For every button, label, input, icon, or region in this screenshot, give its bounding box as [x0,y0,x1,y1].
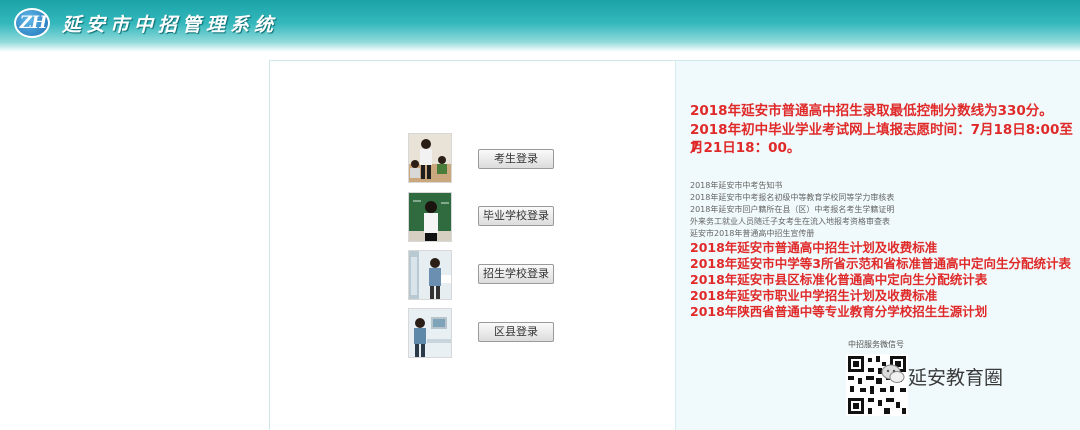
login-panel: 考生登录 毕业学校登录 招生学校登录 区县登录 [269,60,675,430]
wechat-brand-name: 延安教育圈 [908,367,1004,389]
login-row-district: 区县登录 [408,308,568,360]
student-photo [408,133,452,183]
graduation-school-login-button[interactable]: 毕业学校登录 [478,206,554,226]
login-row-graduation-school: 毕业学校登录 [408,192,568,244]
login-row-admission-school: 招生学校登录 [408,250,568,302]
district-login-button[interactable]: 区县登录 [478,322,554,342]
site-title: 延安市中招管理系统 [62,14,279,36]
office-staff-photo [408,250,452,300]
header-bar: ZH 延安市中招管理系统 [0,0,1080,52]
notice-link-list: 2018年延安市中考告知书 2018年延安市中考报名初级中等教育学校同等学力审核… [690,180,1071,320]
link-enrollment-brochure[interactable]: 延安市2018年普通高中招生宣传册 [690,228,1071,240]
notice-headline-application-time-cont: 月21日18：00。 [690,140,801,156]
notice-headline-score-line[interactable]: 2018年延安市普通高中招生录取最低控制分数线为330分。 [690,102,1053,120]
admission-school-login-button[interactable]: 招生学校登录 [478,264,554,284]
notice-panel: 2018年延安市普通高中招生录取最低控制分数线为330分。 2018年初中毕业学… [675,60,1080,430]
link-directed-student-allocation-table[interactable]: 2018年延安市中学等3所省示范和省标准普通高中定向生分配统计表 [690,256,1071,272]
link-county-directed-allocation[interactable]: 2018年延安市县区标准化普通高中定向生分配统计表 [690,272,1071,288]
wechat-caption: 中招服务微信号 [848,340,904,349]
login-row-student: 考生登录 [408,133,568,185]
zh-logo: ZH [14,8,50,38]
computer-desk-photo [408,308,452,358]
wechat-icon [881,363,905,385]
link-shaanxi-source-plan[interactable]: 2018年陕西省普通中等专业教育分学校招生生源计划 [690,304,1071,320]
link-migrant-children-qualification[interactable]: 外来务工就业人员随迁子女考生在流入地报考资格审查表 [690,216,1071,228]
link-vocational-plan-fees[interactable]: 2018年延安市职业中学招生计划及收费标准 [690,288,1071,304]
link-household-registration-proof[interactable]: 2018年延安市回户籍所在县（区）中考报名考生学籍证明 [690,204,1071,216]
link-equivalent-review-form[interactable]: 2018年延安市中考报名初级中等教育学校同等学力审核表 [690,192,1071,204]
teacher-blackboard-photo [408,192,452,242]
link-exam-notice[interactable]: 2018年延安市中考告知书 [690,180,1071,192]
link-enrollment-plan-fees[interactable]: 2018年延安市普通高中招生计划及收费标准 [690,240,1071,256]
student-login-button[interactable]: 考生登录 [478,149,554,169]
